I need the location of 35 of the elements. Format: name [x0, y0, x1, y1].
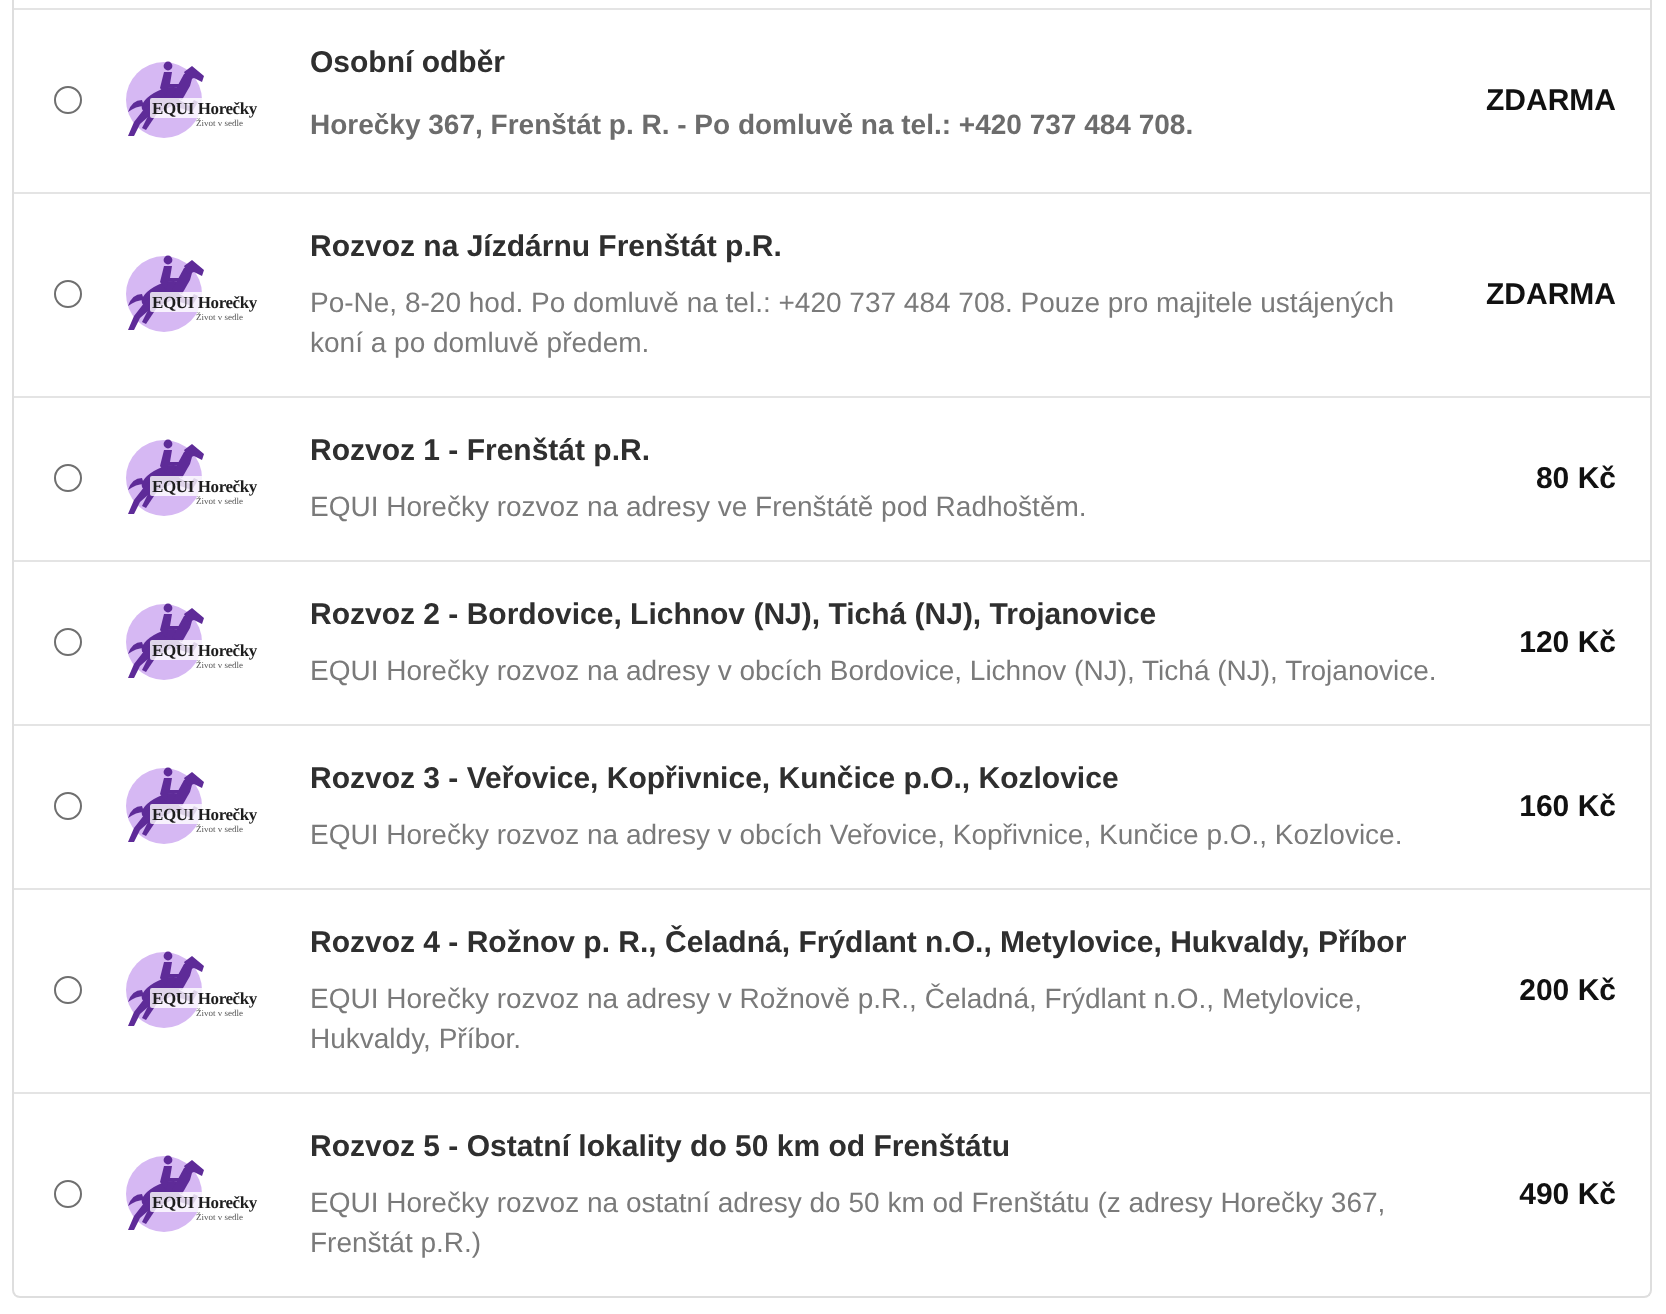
option-price: ZDARMA	[1486, 277, 1616, 311]
logo-name: EQUI Horečky	[150, 804, 259, 824]
option-title: Rozvoz na Jízdárnu Frenštát p.R.	[310, 228, 784, 268]
radio-button[interactable]	[54, 280, 82, 308]
logo-name: EQUI Horečky	[150, 1192, 259, 1212]
option-price: 80 Kč	[1535, 461, 1616, 495]
radio-button[interactable]	[54, 628, 82, 656]
option-title: Rozvoz 3 - Veřovice, Kopřivnice, Kunčice p.O., Kozlovice	[310, 760, 1121, 800]
option-price: 120 Kč	[1519, 625, 1616, 659]
option-title: Rozvoz 4 - Rožnov p. R., Čeladná, Frýdlant n.O., Metylovice, Hukvaldy, Příbor	[310, 923, 1409, 964]
logo-name: EQUI Horečky	[150, 476, 259, 496]
option-description: EQUI Horečky rozvoz na adresy v obcích Veřovice, Kopřivnice, Kunčice p.O., Kozlovice.	[310, 816, 1405, 854]
option-description: EQUI Horečky rozvoz na adresy v obcích Bordovice, Lichnov (NJ), Tichá (NJ), Trojanovice.	[310, 652, 1439, 690]
option-description: EQUI Horečky rozvoz na adresy v Rožnově p.R., Čeladná, Frýdlant n.O., Metylovice, Hukvaldy, Příbor.	[310, 980, 1364, 1058]
option-price: 200 Kč	[1519, 973, 1616, 1007]
option-title: Osobní odběr	[310, 44, 507, 84]
radio-button[interactable]	[54, 464, 82, 492]
option-price: 160 Kč	[1519, 789, 1616, 823]
option-price: ZDARMA	[1486, 83, 1616, 117]
radio-button[interactable]	[54, 86, 82, 114]
logo-name: EQUI Horečky	[150, 292, 259, 312]
option-description: Po-Ne, 8-20 hod. Po domluvě na tel.: +420 737 484 708. Pouze pro majitele ustájených koní a po domluvě předem.	[310, 284, 1397, 362]
radio-button[interactable]	[54, 1180, 82, 1208]
option-description: EQUI Horečky rozvoz na ostatní adresy do 50 km od Frenštátu (z adresy Horečky 367, Frenštát p.R.)	[310, 1184, 1388, 1262]
option-title: Rozvoz 1 - Frenštát p.R.	[310, 432, 653, 472]
logo-name: EQUI Horečky	[150, 988, 259, 1008]
radio-button[interactable]	[54, 976, 82, 1004]
logo-name: EQUI Horečky	[150, 640, 259, 660]
option-description: EQUI Horečky rozvoz na adresy ve Frenštátě pod Radhoštěm.	[310, 488, 1089, 526]
option-price: 490 Kč	[1519, 1177, 1616, 1211]
option-title: Rozvoz 2 - Bordovice, Lichnov (NJ), Tichá (NJ), Trojanovice	[310, 596, 1159, 636]
option-title: Rozvoz 5 - Ostatní lokality do 50 km od Frenštátu	[310, 1128, 1013, 1168]
logo-name: EQUI Horečky	[150, 98, 259, 118]
radio-button[interactable]	[54, 792, 82, 820]
option-description: Horečky 367, Frenštát p. R. - Po domluvě na tel.: +420 737 484 708.	[310, 106, 1196, 144]
